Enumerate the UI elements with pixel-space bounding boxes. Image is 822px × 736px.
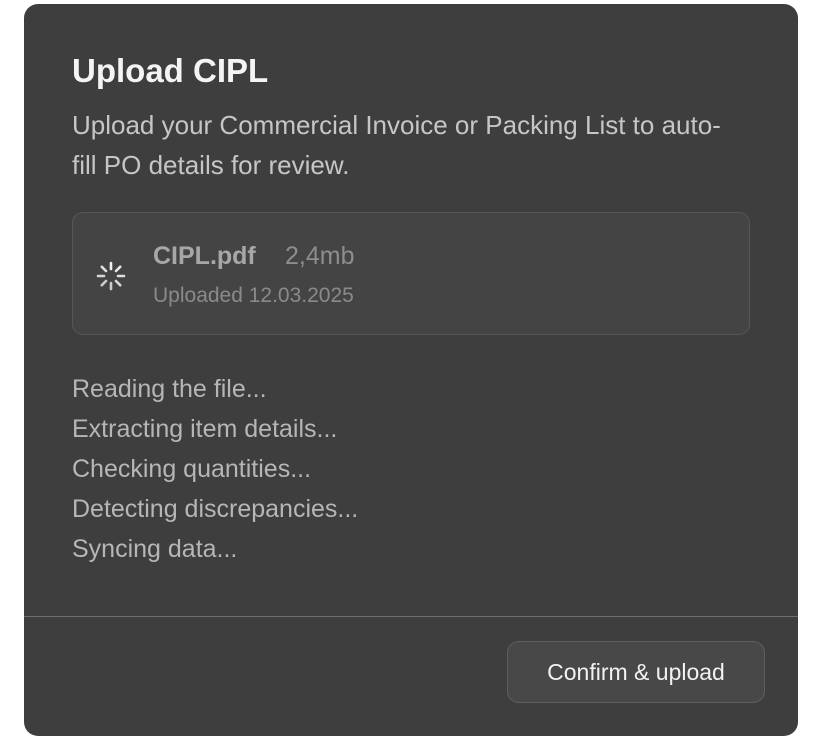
dialog-title: Upload CIPL [72, 52, 269, 89]
processing-step: Detecting discrepancies... [72, 495, 359, 523]
footer-divider [24, 616, 798, 617]
upload-cipl-dialog: Upload CIPL Upload your Commercial Invoi… [24, 4, 798, 736]
uploaded-file-card: CIPL.pdf 2,4mb Uploaded 12.03.2025 [72, 212, 750, 335]
file-size: 2,4mb [285, 242, 355, 270]
processing-steps-list: Reading the file... Extracting item deta… [72, 369, 358, 569]
processing-step: Syncing data... [72, 535, 238, 563]
file-name: CIPL.pdf [153, 242, 256, 270]
confirm-upload-button[interactable]: Confirm & upload [507, 641, 765, 703]
processing-step: Extracting item details... [72, 415, 338, 443]
file-upload-date: Uploaded 12.03.2025 [153, 284, 354, 307]
dialog-subtitle: Upload your Commercial Invoice or Packin… [72, 110, 721, 180]
processing-step: Reading the file... [72, 375, 267, 403]
processing-step: Checking quantities... [72, 455, 312, 483]
loading-spinner-icon [96, 261, 126, 291]
